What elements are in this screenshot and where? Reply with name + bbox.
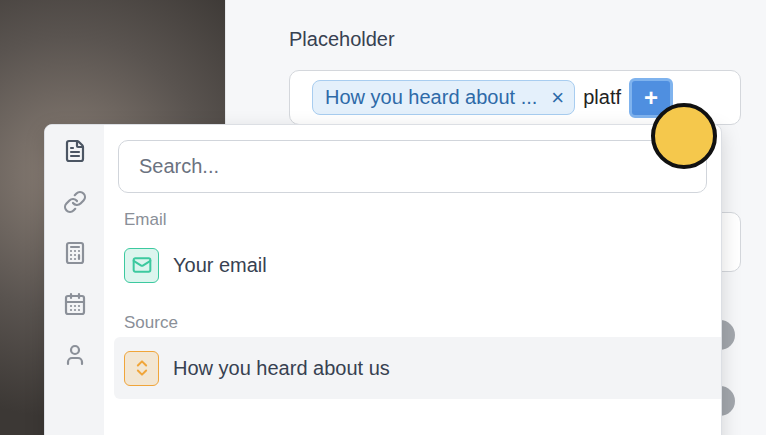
- chip-remove-button[interactable]: ×: [551, 87, 564, 109]
- chip-label: How you heard about ...: [325, 86, 537, 109]
- variable-item[interactable]: How you heard about us: [114, 337, 721, 399]
- variable-group: Source How you heard about us: [114, 313, 721, 399]
- category-tab[interactable]: [63, 292, 87, 316]
- app: Placeholder How you heard about ... × platf…: [0, 0, 766, 435]
- item-label: How you heard about us: [173, 357, 390, 380]
- popup-content: Email Your email Source How you heard about…: [104, 125, 721, 435]
- variable-popup: Email Your email Source How you heard about…: [44, 124, 722, 435]
- search-input[interactable]: [118, 140, 707, 193]
- category-tab[interactable]: [63, 190, 87, 214]
- category-tab[interactable]: [63, 139, 87, 163]
- variable-item[interactable]: Your email: [114, 234, 721, 296]
- group-label: Source: [114, 313, 721, 333]
- placeholder-field[interactable]: How you heard about ... × platf +: [289, 70, 741, 125]
- chevrons-icon: [132, 358, 152, 378]
- select-field-icon: [124, 351, 159, 386]
- link-icon: [63, 190, 87, 214]
- document-icon: [63, 139, 87, 163]
- cursor-highlight: [651, 103, 717, 169]
- category-tab[interactable]: [63, 343, 87, 367]
- category-tab[interactable]: [63, 241, 87, 265]
- typed-text: platf: [583, 86, 621, 109]
- calendar-icon: [63, 292, 87, 316]
- placeholder-label: Placeholder: [289, 26, 741, 52]
- item-label: Your email: [173, 254, 267, 277]
- calculator-icon: [63, 241, 87, 265]
- envelope-icon: [132, 255, 152, 275]
- group-label: Email: [114, 210, 721, 230]
- person-icon: [63, 343, 87, 367]
- add-variable-button[interactable]: +: [629, 78, 673, 118]
- variable-group: Email Your email: [114, 210, 721, 296]
- category-rail: [45, 125, 104, 435]
- variable-chip[interactable]: How you heard about ... ×: [312, 80, 575, 115]
- email-field-icon: [124, 248, 159, 283]
